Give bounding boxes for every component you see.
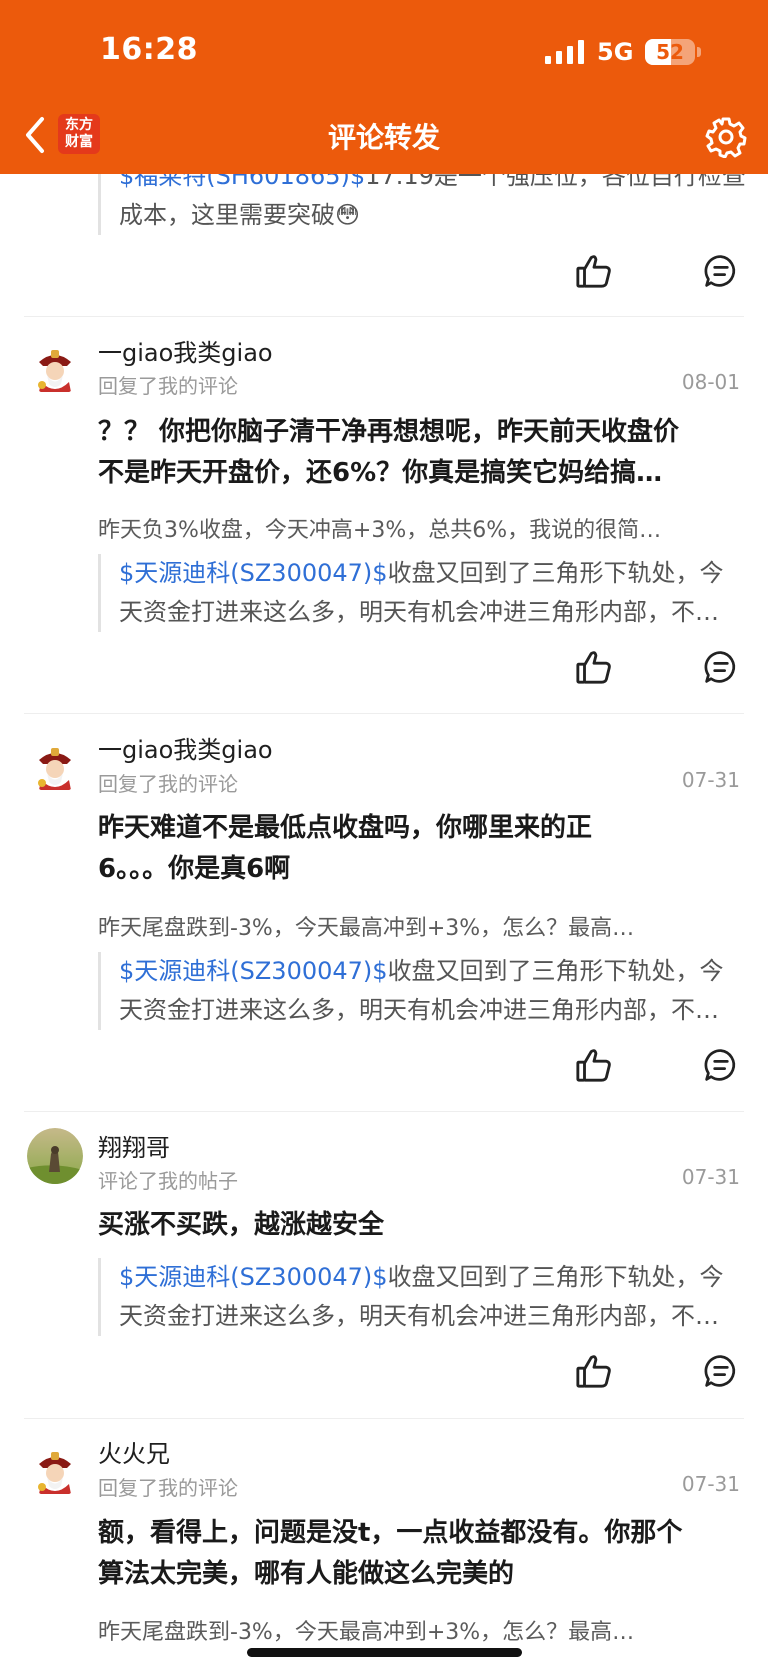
quoted-post-text: 收盘又回到了三角形下轨处，今 (387, 559, 724, 587)
parent-comment[interactable]: 昨天尾盘跌到-3%，今天最高冲到+3%，怎么？最高… (98, 910, 738, 942)
comment-body-line: 6。。。你是真6啊 (98, 854, 291, 884)
stock-link[interactable]: $天源迪科(SZ300047)$ (119, 1263, 388, 1291)
signal-icon (545, 40, 584, 64)
network-label: 5G (597, 38, 634, 66)
avatar[interactable] (27, 1442, 83, 1498)
parent-comment[interactable]: 昨天尾盘跌到-3%，今天最高冲到+3%，怎么？最高… (98, 1614, 738, 1646)
like-icon[interactable] (575, 1046, 613, 1084)
page-title: 评论转发 (327, 121, 440, 154)
divider (24, 713, 744, 714)
comment-body-line: 不是昨天开盘价，还6%？你真是搞笑它妈给搞… (98, 458, 663, 488)
comment-icon[interactable] (703, 649, 739, 685)
quoted-post[interactable]: $天源迪科(SZ300047)$收盘又回到了三角形下轨处，今 天资金打进来这么多… (98, 952, 748, 1030)
like-icon[interactable] (575, 648, 613, 686)
divider (24, 1111, 744, 1112)
avatar[interactable] (27, 738, 83, 794)
comment-body-line: ？？ 你把你脑子清干净再想想呢，昨天前天收盘价 (98, 417, 680, 447)
like-icon[interactable] (575, 1352, 613, 1390)
date: 07-31 (681, 768, 740, 792)
date: 07-31 (681, 1472, 740, 1496)
comment-feed[interactable]: $福莱特(SH601865)$17.19是一个强压位，各位自行检查 成本，这里需… (0, 0, 768, 1665)
comment-icon[interactable] (703, 1353, 739, 1389)
comment-body-line: 算法太完美，哪有人能做这么完美的 (98, 1559, 515, 1589)
divider (24, 316, 744, 317)
comment-body-line: 昨天难道不是最低点收盘吗，你哪里来的正 (98, 813, 593, 843)
quoted-post-text: 天资金打进来这么多，明天有机会冲进三角形内部，不… (119, 996, 719, 1024)
quoted-post-text: 收盘又回到了三角形下轨处，今 (387, 957, 724, 985)
comment-icon[interactable] (703, 1047, 739, 1083)
home-indicator[interactable] (247, 1648, 522, 1657)
action-label: 评论了我的帖子 (98, 1169, 238, 1193)
comment-body-line: 买涨不买跌，越涨越安全 (98, 1210, 385, 1240)
parent-comment[interactable]: 昨天负3%收盘，今天冲高+3%，总共6%，我说的很简… (98, 512, 738, 544)
quoted-post-text: 成本，这里需要突破😳 (119, 201, 361, 229)
quoted-post-text: 收盘又回到了三角形下轨处，今 (387, 1263, 724, 1291)
like-icon[interactable] (575, 252, 613, 290)
comment-body[interactable]: 买涨不买跌，越涨越安全 (98, 1205, 738, 1246)
gear-icon[interactable] (705, 116, 747, 158)
comment-body[interactable]: 额，看得上，问题是没t，一点收益都没有。你那个 算法太完美，哪有人能做这么完美的 (98, 1513, 738, 1595)
action-label: 回复了我的评论 (98, 772, 238, 796)
battery-icon: 52 (645, 39, 695, 65)
username[interactable]: 火火兄 (98, 1434, 170, 1469)
action-label: 回复了我的评论 (98, 1476, 238, 1500)
date: 08-01 (681, 370, 740, 394)
quoted-post[interactable]: $天源迪科(SZ300047)$收盘又回到了三角形下轨处，今 天资金打进来这么多… (98, 554, 748, 632)
avatar[interactable] (27, 340, 83, 396)
divider (24, 1418, 744, 1419)
username[interactable]: 翔翔哥 (98, 1128, 170, 1163)
comment-body[interactable]: ？？ 你把你脑子清干净再想想呢，昨天前天收盘价 不是昨天开盘价，还6%？你真是搞… (98, 412, 738, 494)
quoted-post-text: 天资金打进来这么多，明天有机会冲进三角形内部，不… (119, 598, 719, 626)
comment-icon[interactable] (703, 253, 739, 289)
comment-body[interactable]: 昨天难道不是最低点收盘吗，你哪里来的正 6。。。你是真6啊 (98, 808, 738, 890)
stock-link[interactable]: $天源迪科(SZ300047)$ (119, 559, 388, 587)
battery-level: 52 (656, 40, 684, 64)
avatar[interactable] (27, 1128, 83, 1184)
date: 07-31 (681, 1165, 740, 1189)
app-header: 16:28 5G 52 东方 财富 评论转发 (0, 0, 768, 174)
action-label: 回复了我的评论 (98, 374, 238, 398)
username[interactable]: 一giao我类giao (98, 730, 273, 765)
username[interactable]: 一giao我类giao (98, 333, 273, 368)
battery-cap (697, 47, 701, 57)
stock-link[interactable]: $天源迪科(SZ300047)$ (119, 957, 388, 985)
comment-body-line: 额，看得上，问题是没t，一点收益都没有。你那个 (98, 1518, 683, 1548)
quoted-post-text: 天资金打进来这么多，明天有机会冲进三角形内部，不… (119, 1302, 719, 1330)
status-time: 16:28 (100, 32, 198, 67)
quoted-post[interactable]: $天源迪科(SZ300047)$收盘又回到了三角形下轨处，今 天资金打进来这么多… (98, 1258, 748, 1336)
